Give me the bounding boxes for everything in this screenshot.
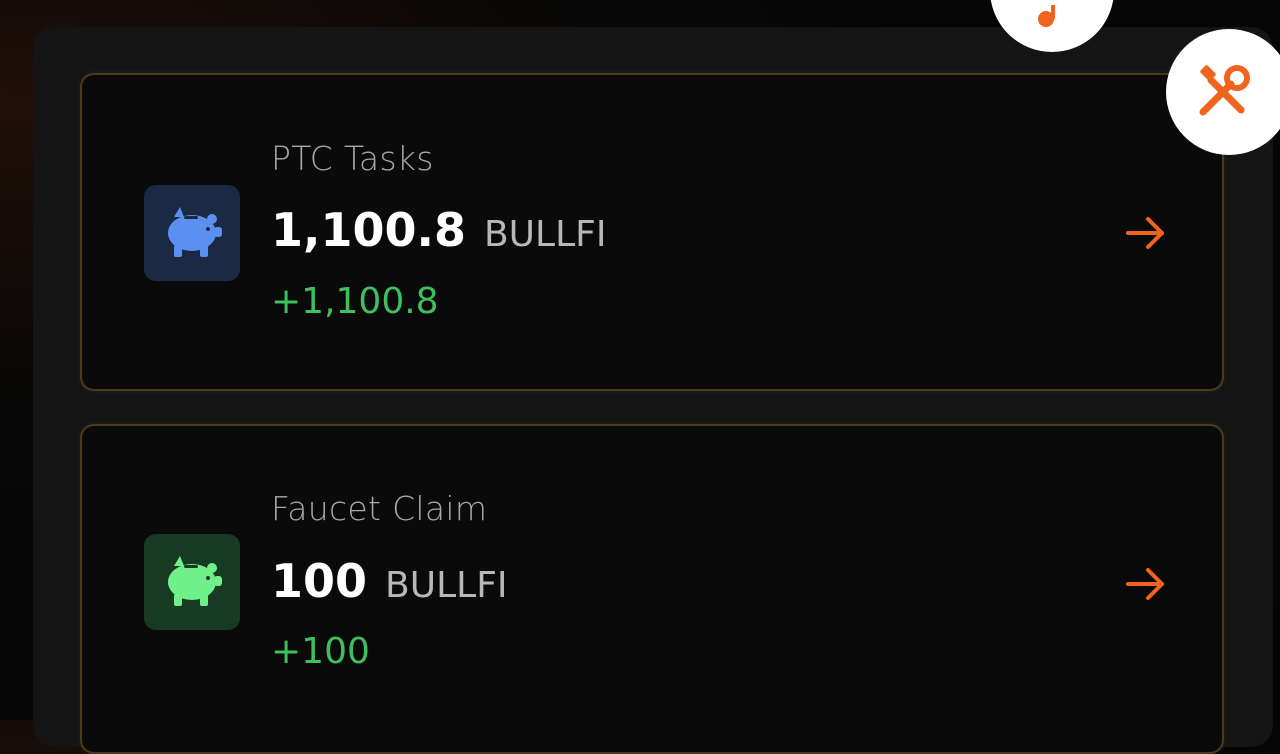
balance-unit: BULLFI xyxy=(385,565,508,606)
card-title: PTC Tasks xyxy=(271,139,434,178)
balance-amount: 1,100.8 xyxy=(271,203,466,257)
balance-row: 100 BULLFI xyxy=(271,554,508,608)
balance-amount: 100 xyxy=(271,554,368,608)
balance-change: +100 xyxy=(271,631,370,672)
arrow-right-icon[interactable] xyxy=(1122,213,1170,253)
tools-fab-button[interactable] xyxy=(1166,29,1280,155)
faucet-claim-card[interactable]: Faucet Claim 100 BULLFI +100 xyxy=(80,424,1224,754)
ptc-tasks-card[interactable]: PTC Tasks 1,100.8 BULLFI +1,100.8 xyxy=(80,73,1224,391)
piggy-bank-icon xyxy=(144,185,240,281)
music-note-icon xyxy=(1038,5,1055,27)
card-title: Faucet Claim xyxy=(271,489,488,528)
arrow-right-icon[interactable] xyxy=(1122,564,1170,604)
piggy-bank-icon xyxy=(144,534,240,630)
balance-row: 1,100.8 BULLFI xyxy=(271,203,606,257)
balance-unit: BULLFI xyxy=(483,214,607,255)
balance-change: +1,100.8 xyxy=(271,281,439,322)
tools-icon xyxy=(1199,65,1250,116)
